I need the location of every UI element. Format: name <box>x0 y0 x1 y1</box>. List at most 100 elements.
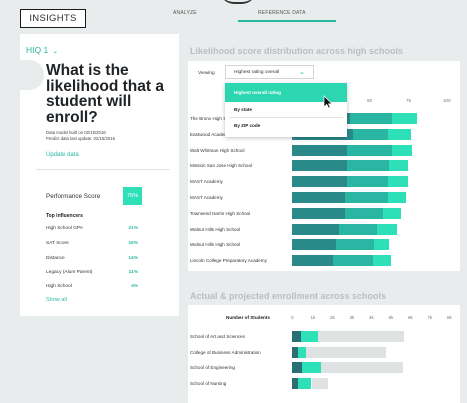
tick-label: 75 <box>406 98 412 103</box>
viewing-dropdown-menu: Highest overall rating By state By ZIP c… <box>225 83 347 137</box>
influencer-row: High School 4% <box>46 284 138 289</box>
school-label: MAST Academy <box>190 195 223 200</box>
tick-label: 6k <box>408 315 413 320</box>
enrollment-bar[interactable] <box>292 377 329 389</box>
influencer-value: 16% <box>128 241 138 246</box>
tick-label: 3k <box>349 315 355 320</box>
school-label: Lincoln College Preparatory Academy <box>190 258 267 264</box>
score-bar-segment <box>292 255 334 267</box>
score-bar-segment <box>352 128 388 140</box>
score-bar[interactable] <box>292 239 390 251</box>
number-of-students-label: Number of Students <box>226 315 270 320</box>
tab-reference-data[interactable]: REFERENCE DATA <box>258 10 306 16</box>
enrollment-bar[interactable] <box>292 331 405 342</box>
score-bar-segment <box>346 160 390 172</box>
school-label: Townsend Harris High School <box>190 210 251 216</box>
score-bar-segment <box>336 239 375 251</box>
mouse-pointer-icon <box>323 95 333 109</box>
dropdown-option-by-zip[interactable]: By ZIP code <box>225 123 347 128</box>
dropdown-divider <box>229 117 343 118</box>
tick-label: 8k <box>447 315 452 320</box>
viewing-label: Viewing <box>198 71 215 76</box>
score-bar[interactable] <box>292 207 402 219</box>
score-bar-segment <box>387 176 408 188</box>
chart1-title: Likelihood score distribution across hig… <box>190 46 404 56</box>
score-bar-segment <box>292 144 347 156</box>
page: INSIGHTS ANALYZE REFERENCE DATA HIQ 1 ⌄ W… <box>0 0 467 403</box>
top-bar: INSIGHTS ANALYZE REFERENCE DATA <box>0 0 467 34</box>
tick-label: 7k <box>427 315 433 320</box>
score-bar-segment <box>349 113 393 124</box>
score-bar-segment <box>339 223 378 235</box>
score-bar-segment <box>377 223 397 235</box>
viewing-select[interactable]: Highest rating overall ⌄ <box>225 65 314 79</box>
score-bar-segment <box>346 176 388 188</box>
score-bar-segment <box>292 176 347 188</box>
chart2-title: Actual & projected enrollment across sch… <box>190 291 387 301</box>
enrollment-bar-segment <box>292 331 301 342</box>
enrollment-bar-segment <box>321 362 404 373</box>
score-bar-segment <box>292 160 347 172</box>
enrollment-bar-segment <box>318 331 405 342</box>
score-bar-segment <box>292 192 346 203</box>
school-label: MAST Academy <box>190 179 223 185</box>
school-label: School of Engineering <box>190 365 235 370</box>
score-bar-segment <box>345 192 388 203</box>
score-bar[interactable] <box>292 192 406 203</box>
influencer-row: Legacy (Alum Parent) 11% <box>46 270 138 275</box>
performance-score-badge: 76% <box>123 187 142 205</box>
influencer-name: SAT Score <box>46 241 69 246</box>
question-title: What is the likelihood that a student wi… <box>46 62 164 126</box>
score-bar[interactable] <box>292 160 408 172</box>
score-bar-segment <box>383 207 402 219</box>
score-bar-segment <box>374 239 390 251</box>
viewing-select-value: Highest rating overall <box>234 69 280 75</box>
divider <box>36 169 170 170</box>
influencer-name: Distance <box>46 256 65 261</box>
score-bar[interactable] <box>292 223 397 235</box>
show-all-link[interactable]: Show all <box>46 297 67 303</box>
score-bar-segment <box>333 255 373 267</box>
influencer-name: Legacy (Alum Parent) <box>46 270 93 275</box>
influencer-row: Distance 14% <box>46 256 138 261</box>
enrollment-bar[interactable] <box>292 362 404 373</box>
tick-label: 1k <box>310 315 316 320</box>
score-bar[interactable] <box>292 176 408 188</box>
score-bar[interactable] <box>292 144 413 156</box>
enrollment-bar[interactable] <box>292 346 386 358</box>
score-bar-segment <box>372 255 391 267</box>
profile-arc-icon <box>220 0 256 4</box>
tick-label: 5k <box>388 315 394 320</box>
tick-label: 50 <box>367 98 373 103</box>
chevron-down-icon: ⌄ <box>52 48 59 55</box>
hiq-selector[interactable]: HIQ 1 ⌄ <box>26 45 58 55</box>
hiq-label: HIQ 1 <box>26 45 49 55</box>
influencer-value: 11% <box>128 270 138 275</box>
school-label: Mission San Jose High School <box>190 163 253 169</box>
enrollment-bar-segment <box>292 362 302 373</box>
score-bar-segment <box>387 192 406 203</box>
enrollment-bar-segment <box>297 377 312 389</box>
enrollment-bar-segment <box>301 362 322 373</box>
brand-logo[interactable]: INSIGHTS <box>20 9 86 28</box>
performance-score-label: Performance Score <box>46 193 101 200</box>
model-built-date: Data model built on 02/15/2016 <box>46 130 106 135</box>
active-tab-indicator <box>238 20 336 22</box>
school-label: Walnut Hills High School <box>190 226 241 232</box>
score-bar[interactable] <box>292 255 391 267</box>
score-bar-segment <box>292 223 340 235</box>
influencer-value: 14% <box>128 256 138 261</box>
tab-analyze[interactable]: ANALYZE <box>173 10 197 16</box>
tick-label: 2k <box>330 315 335 320</box>
enrollment-bar-segment <box>297 346 306 358</box>
influencer-row: High School GPA 21% <box>46 226 138 231</box>
score-bar-segment <box>292 239 337 251</box>
tick-label: 100 <box>443 98 451 103</box>
enrollment-bar-segment <box>305 346 386 358</box>
top-influencers-heading: Top influencers <box>46 213 83 219</box>
influencer-name: High School GPA <box>46 226 83 231</box>
tick-label: 4k <box>369 315 374 320</box>
update-data-link[interactable]: Update data <box>46 152 79 158</box>
influencer-value: 21% <box>128 226 138 231</box>
influencer-name: High School <box>46 284 72 289</box>
